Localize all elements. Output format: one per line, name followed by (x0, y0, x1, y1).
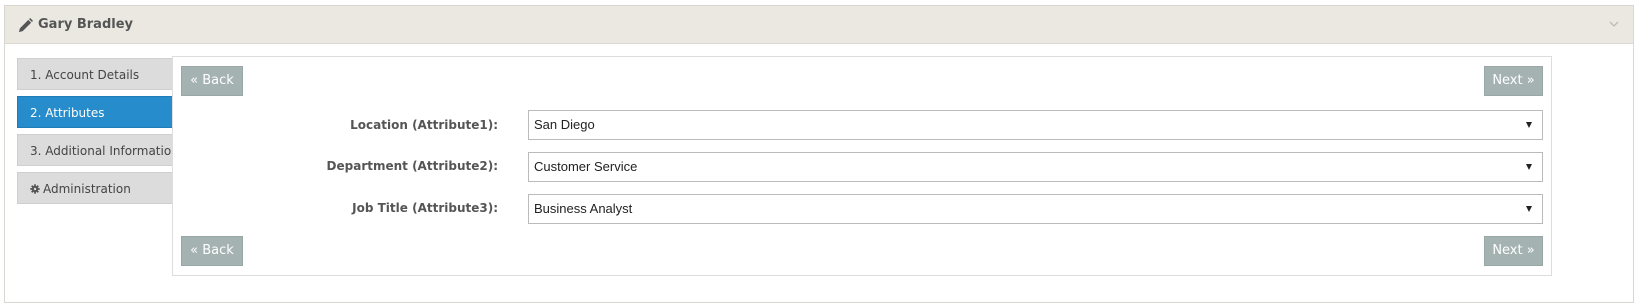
panel-header: Gary Bradley (5, 6, 1633, 44)
caret-down-icon (1526, 122, 1532, 128)
gear-icon (30, 184, 40, 194)
job-title-label: Job Title (Attribute3): (352, 201, 498, 215)
next-button-top[interactable]: Next » (1484, 66, 1543, 96)
location-select[interactable]: San Diego (528, 110, 1543, 140)
back-button-top[interactable]: « Back (181, 66, 243, 96)
tab-label: 3. Additional Information (30, 144, 179, 158)
tab-account-details[interactable]: 1. Account Details (17, 58, 173, 90)
tab-label: Administration (43, 182, 131, 196)
pencil-icon (18, 18, 33, 33)
chevron-down-icon[interactable] (1609, 20, 1619, 28)
tab-label: 2. Attributes (30, 106, 105, 120)
caret-down-icon (1526, 206, 1532, 212)
location-label: Location (Attribute1): (350, 118, 498, 132)
department-value: Customer Service (534, 159, 638, 174)
location-value: San Diego (534, 117, 595, 132)
caret-down-icon (1526, 164, 1532, 170)
user-edit-panel: Gary Bradley 1. Account Details 2. Attri… (4, 5, 1634, 303)
department-select[interactable]: Customer Service (528, 152, 1543, 182)
page-title: Gary Bradley (38, 17, 133, 32)
job-title-value: Business Analyst (534, 201, 633, 216)
department-label: Department (Attribute2): (326, 159, 498, 173)
next-button-bottom[interactable]: Next » (1484, 236, 1543, 266)
back-button-bottom[interactable]: « Back (181, 236, 243, 266)
tab-additional-information[interactable]: 3. Additional Information (17, 134, 179, 166)
tab-label: 1. Account Details (30, 68, 140, 82)
tab-attributes[interactable]: 2. Attributes (17, 96, 173, 128)
tab-administration[interactable]: Administration (17, 172, 173, 204)
attributes-content: « Back Next » Location (Attribute1): San… (172, 56, 1552, 276)
job-title-select[interactable]: Business Analyst (528, 194, 1543, 224)
